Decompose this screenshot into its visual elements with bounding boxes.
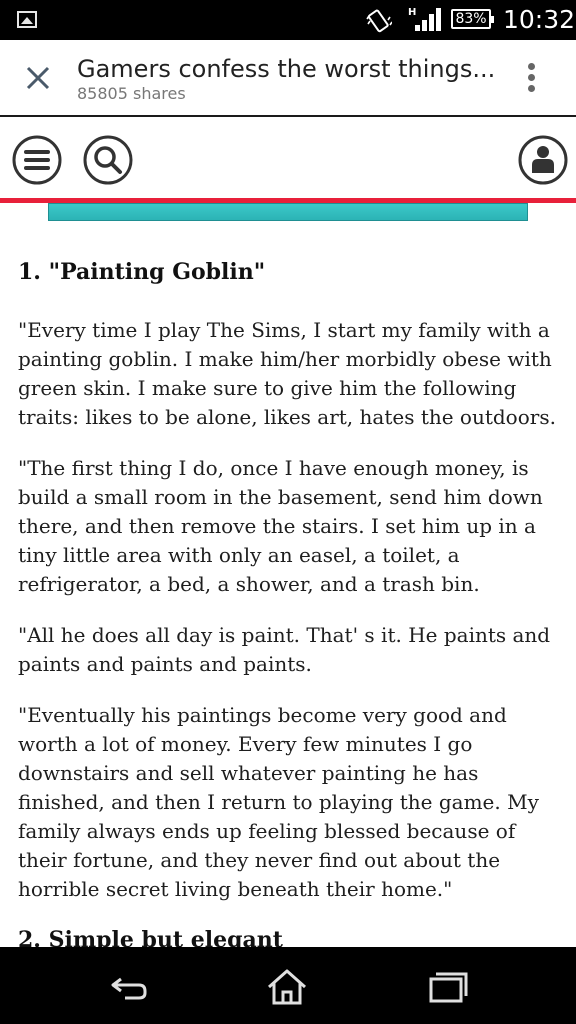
share-header: Gamers confess the worst things... 85805… (0, 40, 576, 117)
article-paragraph: "The first thing I do, once I have enoug… (18, 456, 543, 596)
system-nav-bar (0, 947, 576, 1024)
status-bar: H 83% 10:32 (0, 0, 576, 40)
home-icon[interactable] (265, 967, 309, 1007)
article-paragraph: "Eventually his paintings become very go… (18, 703, 539, 901)
network-type-label: H (408, 7, 416, 18)
image-notification-icon (17, 11, 37, 28)
site-nav (0, 119, 576, 199)
article-paragraph: "All he does all day is paint. That' s i… (18, 623, 551, 676)
article-paragraph: "Every time I play The Sims, I start my … (18, 318, 556, 429)
battery-level: 83% (455, 11, 487, 27)
menu-icon[interactable] (12, 135, 62, 185)
back-icon[interactable] (107, 967, 151, 1007)
share-count: 85805 shares (77, 84, 186, 103)
article-heading: 1. "Painting Goblin" (18, 259, 266, 285)
clock: 10:32 (503, 5, 576, 34)
recent-apps-icon[interactable] (426, 967, 470, 1007)
article-body: 1. "Painting Goblin" "Every time I play … (18, 250, 563, 947)
more-vert-icon[interactable] (519, 62, 543, 94)
search-icon[interactable] (83, 135, 133, 185)
banner-strip (48, 203, 528, 221)
next-article-heading: 2. Simple but elegant (18, 927, 283, 947)
battery-icon: 83% (451, 9, 494, 29)
user-icon[interactable] (518, 135, 568, 185)
signal-icon: H (408, 7, 441, 31)
shared-page-title: Gamers confess the worst things... (77, 55, 496, 83)
vibrate-icon (366, 9, 392, 33)
close-icon[interactable] (22, 62, 54, 94)
